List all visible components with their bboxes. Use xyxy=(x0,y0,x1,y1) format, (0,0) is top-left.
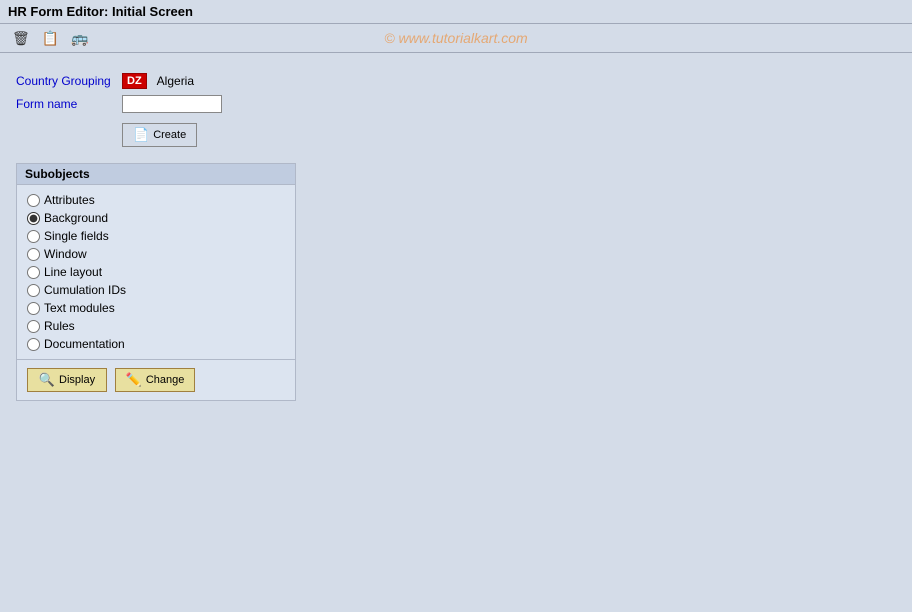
change-icon: ✏️ xyxy=(126,372,142,388)
radio-rules[interactable]: Rules xyxy=(27,317,285,335)
country-grouping-row: Country Grouping DZ Algeria xyxy=(16,73,896,89)
subobjects-panel: Subobjects Attributes Background Single … xyxy=(16,163,296,401)
country-grouping-value[interactable]: DZ xyxy=(122,73,147,89)
radio-rules-label[interactable]: Rules xyxy=(44,319,75,333)
display-button-label: Display xyxy=(59,374,95,386)
radio-single-fields[interactable]: Single fields xyxy=(27,227,285,245)
country-grouping-label: Country Grouping xyxy=(16,74,116,88)
subobjects-header: Subobjects xyxy=(17,164,295,185)
radio-background-label[interactable]: Background xyxy=(44,211,108,225)
form-name-input[interactable] xyxy=(122,95,222,113)
radio-cumulation-ids-label[interactable]: Cumulation IDs xyxy=(44,283,126,297)
create-button-row: 📄 Create xyxy=(16,123,896,147)
radio-documentation-label[interactable]: Documentation xyxy=(44,337,125,351)
change-button[interactable]: ✏️ Change xyxy=(115,368,195,392)
transport-button[interactable]: 🚌 xyxy=(67,28,92,48)
subobjects-body: Attributes Background Single fields Wind… xyxy=(17,185,295,359)
display-icon: 🔍 xyxy=(39,372,55,388)
radio-rules-input[interactable] xyxy=(27,320,40,333)
radio-documentation[interactable]: Documentation xyxy=(27,335,285,353)
radio-documentation-input[interactable] xyxy=(27,338,40,351)
action-buttons: 🔍 Display ✏️ Change xyxy=(17,359,295,400)
title-text: HR Form Editor: Initial Screen xyxy=(8,4,193,19)
main-content: Country Grouping DZ Algeria Form name 📄 … xyxy=(0,53,912,421)
radio-attributes-label[interactable]: Attributes xyxy=(44,193,95,207)
delete-button[interactable]: 🗑 xyxy=(8,28,34,48)
radio-window[interactable]: Window xyxy=(27,245,285,263)
radio-text-modules-input[interactable] xyxy=(27,302,40,315)
create-doc-icon: 📄 xyxy=(133,127,149,143)
radio-background-input[interactable] xyxy=(27,212,40,225)
radio-text-modules-label[interactable]: Text modules xyxy=(44,301,115,315)
radio-line-layout-input[interactable] xyxy=(27,266,40,279)
form-name-row: Form name xyxy=(16,95,896,113)
change-button-label: Change xyxy=(146,374,185,386)
radio-attributes-input[interactable] xyxy=(27,194,40,207)
create-button[interactable]: 📄 Create xyxy=(122,123,197,147)
copy-button[interactable]: 📋 xyxy=(38,28,63,48)
watermark: © www.tutorialkart.com xyxy=(384,30,527,46)
country-name: Algeria xyxy=(157,74,194,88)
radio-single-fields-label[interactable]: Single fields xyxy=(44,229,109,243)
radio-line-layout[interactable]: Line layout xyxy=(27,263,285,281)
radio-background[interactable]: Background xyxy=(27,209,285,227)
create-button-label: Create xyxy=(153,129,186,141)
radio-cumulation-ids[interactable]: Cumulation IDs xyxy=(27,281,285,299)
radio-window-label[interactable]: Window xyxy=(44,247,87,261)
radio-line-layout-label[interactable]: Line layout xyxy=(44,265,102,279)
form-name-label: Form name xyxy=(16,97,116,111)
title-bar: HR Form Editor: Initial Screen xyxy=(0,0,912,24)
radio-single-fields-input[interactable] xyxy=(27,230,40,243)
radio-cumulation-ids-input[interactable] xyxy=(27,284,40,297)
toolbar: 🗑 📋 🚌 © www.tutorialkart.com xyxy=(0,24,912,53)
radio-text-modules[interactable]: Text modules xyxy=(27,299,285,317)
radio-window-input[interactable] xyxy=(27,248,40,261)
display-button[interactable]: 🔍 Display xyxy=(27,368,107,392)
radio-attributes[interactable]: Attributes xyxy=(27,191,285,209)
